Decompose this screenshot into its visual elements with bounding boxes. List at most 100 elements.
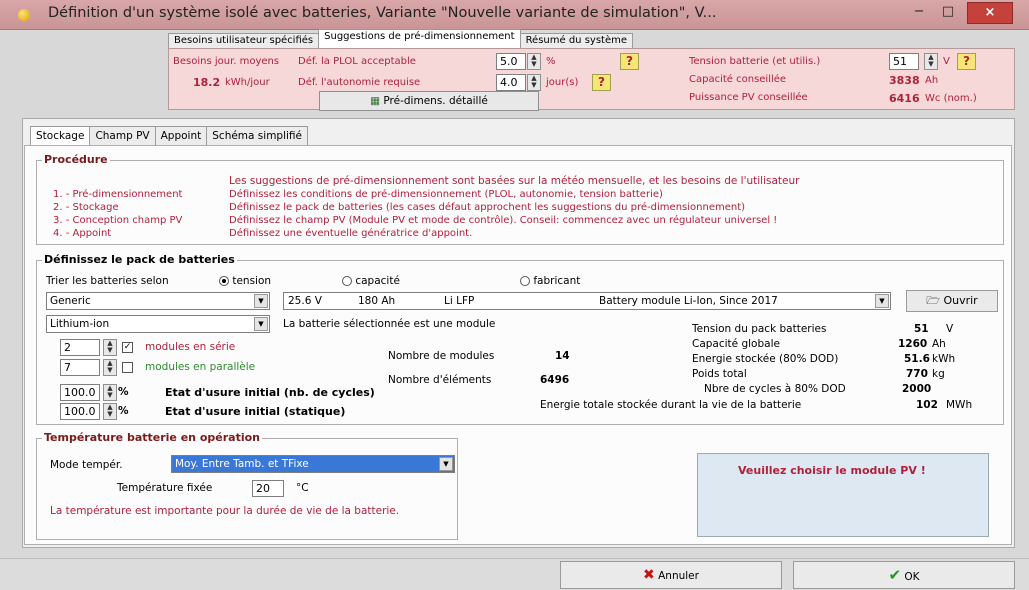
parallel-checkbox[interactable] [122,362,133,373]
ok-button[interactable]: ✔ OK [793,561,1015,589]
grid-icon: ▦ [370,95,381,107]
procedure-title: Procédure [42,153,110,166]
minimize-button[interactable]: − [907,2,931,24]
detailed-presizing-label: Pré-dimens. détaillé [383,95,488,107]
element-count-value: 6496 [540,374,570,386]
chevron-down-icon: ▼ [439,457,453,471]
wear-static-label: Etat d'usure initial (statique) [165,405,346,418]
lifetime-energy-unit: MWh [946,399,973,411]
chevron-down-icon: ▼ [875,294,889,308]
step-desc: Définissez le pack de batteries (les cas… [229,202,746,213]
wear-cycles-spinner[interactable]: ▲ ▼ [103,384,117,401]
plol-unit: % [546,56,556,67]
wear-static-input[interactable]: 100.0 [60,403,100,420]
stat-label: Nbre de cycles à 80% DOD [704,383,846,395]
model-description: Battery module Li-Ion, Since 2017 [599,295,778,307]
daily-needs-value: 18.2 [193,76,221,89]
procedure-descriptions: Définissez les conditions de pré-dimensi… [229,188,777,240]
stat-row: Capacité globale 1260 Ah [692,337,992,352]
autonomy-input[interactable]: 4.0 [496,74,526,91]
chevron-down-icon: ▼ [254,294,268,308]
close-button[interactable]: × [967,2,1013,24]
stat-label: Poids total [692,368,747,380]
tab-backup[interactable]: Appoint [154,126,208,145]
daily-needs-unit: kWh/jour [225,77,270,88]
suggested-pv-unit: Wc (nom.) [925,93,977,104]
pv-warning-box: Veuillez choisir le module PV ! [697,453,989,537]
parallel-modules-input[interactable]: 7 [60,359,100,376]
sort-label: Trier les batteries selon [46,275,169,287]
wear-static-spinner[interactable]: ▲ ▼ [103,403,117,420]
plol-help-button[interactable]: ? [620,53,639,70]
maximize-button[interactable]: □ [936,2,960,24]
tab-presizing[interactable]: Suggestions de pré-dimensionnement [318,29,521,48]
autonomy-spinner[interactable]: ▲ ▼ [527,74,541,91]
voltage-help-button[interactable]: ? [957,53,976,70]
parallel-spinner[interactable]: ▲ ▼ [103,359,117,376]
chevron-down-icon: ▼ [254,317,268,331]
fixed-temp-input[interactable]: 20 [252,480,284,497]
battery-voltage-unit: V [943,56,950,67]
ok-label: OK [904,571,920,583]
manufacturer-value: Generic [50,295,91,307]
stat-label: Tension du pack batteries [692,323,827,335]
module-note: La batterie sélectionnée est une module [283,318,496,330]
wear-cycles-input[interactable]: 100.0 [60,384,100,401]
battery-voltage-spinner[interactable]: ▲ ▼ [924,53,938,70]
cancel-label: Annuler [658,570,699,582]
lifetime-energy-value: 102 [916,399,938,411]
battery-type-select[interactable]: Lithium-ion ▼ [46,315,270,333]
folder-icon: 🗁 [926,294,940,307]
step-name: 4. - Appoint [53,228,112,239]
battery-model-select[interactable]: 25.6 V 180 Ah Li LFP Battery module Li-I… [283,292,891,310]
tab-pv-array[interactable]: Champ PV [89,126,156,145]
step-desc: Définissez le champ PV (Module PV et mod… [229,215,778,226]
cancel-button[interactable]: ✖ Annuler [560,561,782,589]
plol-input[interactable]: 5.0 [496,53,526,70]
top-tabs: Besoins utilisateur spécifiés Suggestions… [168,29,634,50]
battery-pack-title: Définissez le pack de batteries [42,253,237,266]
step-desc: Définissez les conditions de pré-dimensi… [229,189,663,200]
daily-needs-label: Besoins jour. moyens [173,56,280,67]
tab-simplified-schema[interactable]: Schéma simplifié [206,126,308,145]
temp-note: La température est importante pour la du… [50,505,400,517]
battery-stats: Tension du pack batteries 51 V Capacité gl… [692,322,992,397]
autonomy-help-button[interactable]: ? [592,74,611,91]
open-button[interactable]: 🗁 Ouvrir [906,290,998,312]
tab-storage[interactable]: Stockage [30,126,91,145]
plol-spinner[interactable]: ▲ ▼ [527,53,541,70]
stat-label: Capacité globale [692,338,780,350]
sort-option-label: tension [232,275,272,287]
detailed-presizing-button[interactable]: ▦ Pré-dimens. détaillé [319,91,539,111]
window-title: Définition d'un système isolé avec batte… [48,5,717,21]
sort-option-label: fabricant [533,275,581,287]
suggested-capacity-value: 3838 [889,74,920,87]
temp-mode-select[interactable]: Moy. Entre Tamb. et TFixe ▼ [171,455,455,473]
stat-value: 51 [914,323,929,335]
manufacturer-select[interactable]: Generic ▼ [46,292,270,310]
radio-selected-icon [219,276,229,286]
temperature-title: Température batterie en opération [42,431,262,444]
fixed-temp-unit: °C [296,482,309,494]
wear-cycles-unit: % [118,386,129,398]
model-technology: Li LFP [444,295,475,307]
sort-by-manufacturer-radio[interactable]: fabricant [520,275,580,287]
step-name: 1. - Pré-dimensionnement [53,189,183,200]
temp-mode-label: Mode tempér. [50,459,123,471]
series-checkbox[interactable]: ✓ [122,342,133,353]
radio-icon [520,276,530,286]
series-spinner[interactable]: ▲ ▼ [103,339,117,356]
suggested-capacity-unit: Ah [925,75,939,86]
stat-row: Poids total 770 kg [692,367,992,382]
series-modules-input[interactable]: 2 [60,339,100,356]
step-desc: Définissez une éventuelle génératrice d'… [229,228,473,239]
battery-voltage-input[interactable]: 51 [889,53,919,70]
pv-warning-text: Veuillez choisir le module PV ! [738,464,926,477]
sort-by-capacity-radio[interactable]: capacité [342,275,400,287]
suggested-capacity-label: Capacité conseillée [689,74,787,85]
lifetime-energy-label: Energie totale stockée durant la vie de … [540,399,802,411]
stat-unit: kWh [932,353,956,365]
temp-mode-value: Moy. Entre Tamb. et TFixe [175,458,309,470]
sort-by-voltage-radio[interactable]: tension [219,275,271,287]
presizing-panel: Besoins jour. moyens 18.2 kWh/jour Déf. … [168,48,1015,111]
